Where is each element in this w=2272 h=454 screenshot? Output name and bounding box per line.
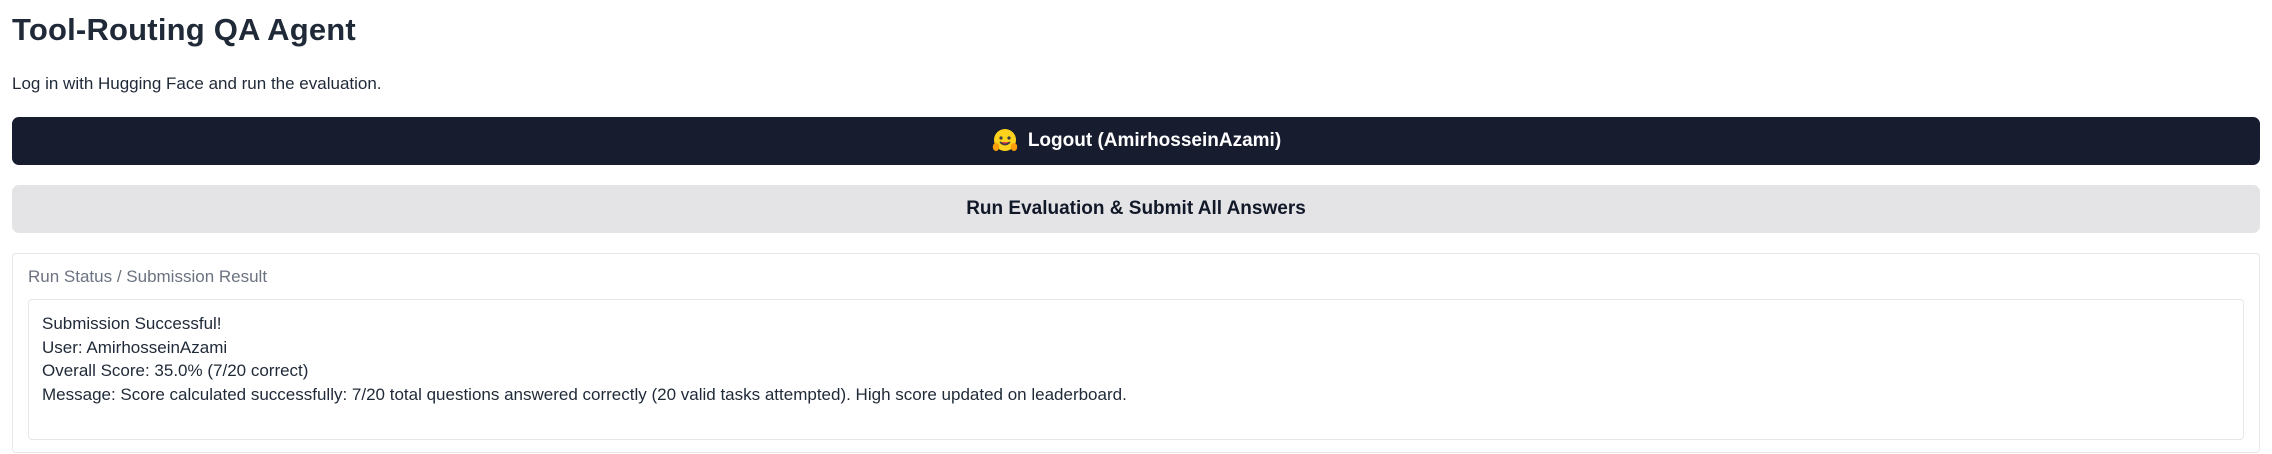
- result-panel: Run Status / Submission Result Submissio…: [12, 253, 2260, 453]
- app-page: Tool-Routing QA Agent Log in with Huggin…: [0, 0, 2272, 454]
- result-line: Message: Score calculated successfully: …: [42, 384, 1127, 404]
- page-subtitle: Log in with Hugging Face and run the eva…: [12, 74, 382, 93]
- logout-button[interactable]: Logout (AmirhosseinAzami): [12, 117, 2260, 165]
- hugging-face-icon: [991, 127, 1019, 155]
- run-evaluation-button-label: Run Evaluation & Submit All Answers: [966, 198, 1306, 219]
- result-line: User: AmirhosseinAzami: [42, 337, 228, 357]
- page-title: Tool-Routing QA Agent: [12, 12, 356, 47]
- result-output-textbox[interactable]: Submission Successful! User: Amirhossein…: [28, 299, 2244, 440]
- run-evaluation-button[interactable]: Run Evaluation & Submit All Answers: [12, 185, 2260, 233]
- result-line: Submission Successful!: [42, 314, 222, 333]
- logout-button-label: Logout (AmirhosseinAzami): [1027, 130, 1282, 151]
- result-line: Overall Score: 35.0% (7/20 correct): [42, 361, 309, 380]
- result-panel-label: Run Status / Submission Result: [28, 267, 268, 286]
